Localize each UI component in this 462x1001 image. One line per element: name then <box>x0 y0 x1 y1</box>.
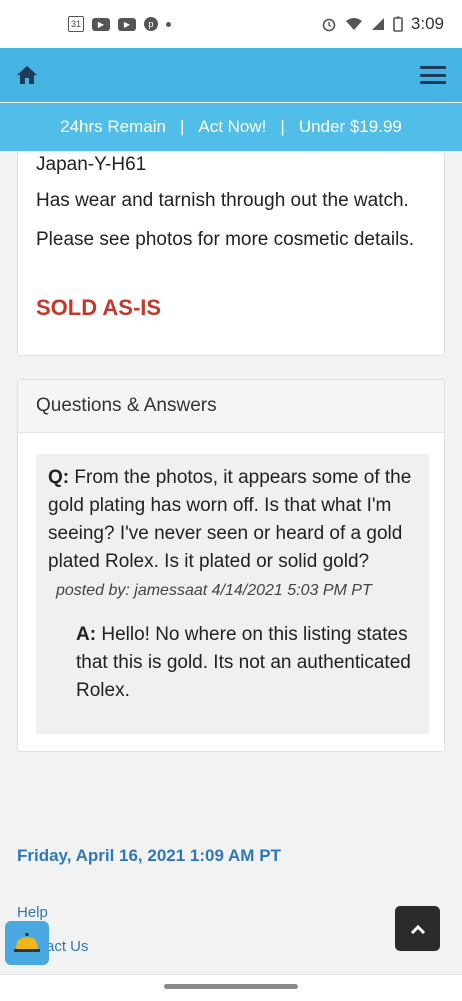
help-link[interactable]: Help <box>17 904 48 921</box>
youtube-icon: ▶ <box>92 17 110 31</box>
service-bell-button[interactable] <box>5 921 49 965</box>
clock-time: 3:09 <box>410 14 444 33</box>
question-prefix: Q: <box>48 467 70 488</box>
chevron-up-icon <box>410 924 425 934</box>
promo-banner[interactable]: 24hrs Remain | Act Now! | Under $19.99 <box>0 103 462 151</box>
home-icon[interactable] <box>16 65 38 85</box>
promo-act-now[interactable]: Act Now! <box>198 117 266 137</box>
alarm-icon <box>322 18 336 32</box>
description-card: Japan-Y-H61 Has wear and tarnish through… <box>17 151 445 356</box>
qa-title: Questions & Answers <box>18 380 444 433</box>
status-bar: 31 ▶ ▶ p 3:09 <box>0 0 462 48</box>
description-photos-note: Please see photos for more cosmetic deta… <box>36 229 415 250</box>
service-bell-icon <box>14 933 40 952</box>
question-text: From the photos, it appears some of the … <box>48 467 412 572</box>
qa-card: Questions & Answers Q: From the photos, … <box>17 379 445 752</box>
notification-icons: 31 ▶ ▶ p <box>68 16 171 32</box>
pinterest-icon: p <box>144 17 158 31</box>
top-nav-bar <box>0 48 462 102</box>
promo-separator: | <box>179 117 185 136</box>
footer-datetime: Friday, April 16, 2021 1:09 AM PT <box>17 846 281 865</box>
hamburger-menu-icon[interactable] <box>420 66 446 84</box>
answer-text: Hello! No where on this listing states t… <box>76 624 411 701</box>
battery-icon <box>393 16 403 32</box>
qa-thread: Q: From the photos, it appears some of t… <box>36 454 429 734</box>
youtube-icon: ▶ <box>118 17 136 31</box>
dot-icon <box>166 21 171 27</box>
gesture-handle[interactable] <box>164 984 298 989</box>
contact-us-link[interactable]: act Us <box>46 938 89 955</box>
calendar-icon: 31 <box>68 16 84 32</box>
promo-price: Under $19.99 <box>298 117 402 136</box>
promo-separator: | <box>280 117 285 136</box>
promo-time-remaining: 24hrs Remain <box>60 117 166 136</box>
question: Q: From the photos, it appears some of t… <box>48 464 417 605</box>
description-model: Japan-Y-H61 <box>36 154 147 175</box>
sold-as-is-label: SOLD AS-IS <box>36 295 162 320</box>
signal-icon <box>371 18 384 30</box>
system-icons: 3:09 <box>321 14 444 34</box>
description-condition: Has wear and tarnish through out the wat… <box>36 190 409 211</box>
answer-prefix: A: <box>76 624 97 645</box>
answer: A: Hello! No where on this listing state… <box>76 621 417 705</box>
scroll-to-top-button[interactable] <box>395 906 440 951</box>
wifi-icon <box>345 18 362 30</box>
posted-by: posted by: jamessaat 4/14/2021 5:03 PM P… <box>56 582 372 599</box>
